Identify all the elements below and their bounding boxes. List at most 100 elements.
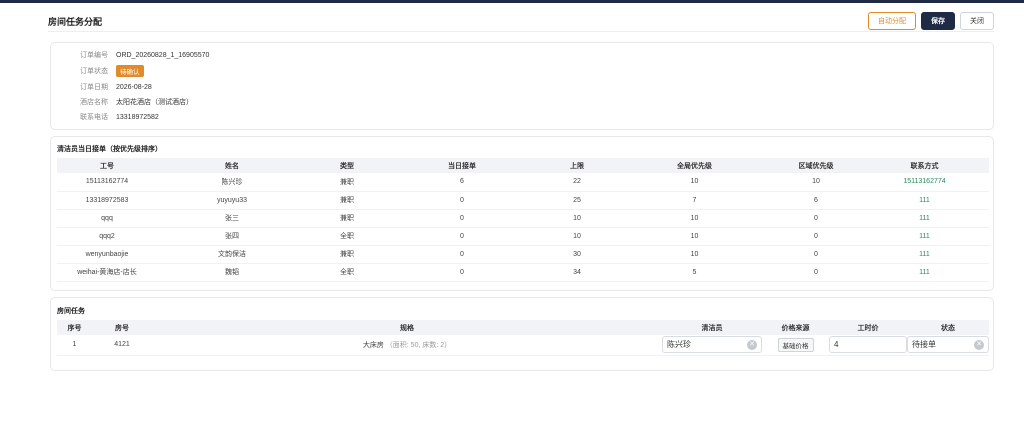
order-info-card: 订单编号 ORD_20260828_1_16905570 订单状态 待确认 订单… — [50, 42, 994, 130]
page-title: 房间任务分配 — [48, 17, 103, 27]
cell-employee-id: wenyunbaojie — [57, 245, 157, 264]
cell-employee-id: qqq — [57, 209, 157, 228]
col-cleaner: 清洁员 — [662, 320, 762, 335]
cell-limit: 25 — [537, 191, 617, 210]
cell-employee-id: weihai-黄海店-店长 — [57, 263, 157, 282]
cell-global-priority: 10 — [617, 245, 772, 264]
cell-name: 文韵保洁 — [157, 245, 307, 264]
cell-limit: 10 — [537, 209, 617, 228]
order-no-row: 订单编号 ORD_20260828_1_16905570 — [51, 49, 209, 61]
status-select-value: 待接单 — [912, 340, 936, 350]
room-tasks-card: 房间任务 序号 房号 规格 清洁员 价格来源 工时价 状态 1 4121 大床房… — [50, 297, 994, 371]
cell-contact[interactable]: 111 — [860, 209, 989, 228]
col-global-priority: 全局优先级 — [617, 158, 772, 173]
price-source-button[interactable]: 基础价格 — [777, 337, 814, 352]
cell-global-priority: 10 — [617, 173, 772, 192]
cell-type: 兼职 — [307, 245, 387, 264]
table-row: qqq 张三 兼职 0 10 10 0 111 — [57, 209, 989, 228]
order-no-label: 订单编号 — [80, 52, 108, 59]
cell-limit: 30 — [537, 245, 617, 264]
cell-type: 兼职 — [307, 173, 387, 192]
cell-type: 兼职 — [307, 209, 387, 228]
cell-area-priority: 0 — [772, 263, 860, 282]
cell-area-priority: 0 — [772, 245, 860, 264]
room-tasks-table: 序号 房号 规格 清洁员 价格来源 工时价 状态 1 4121 大床房 （面积:… — [57, 320, 989, 356]
cell-today-orders: 0 — [387, 227, 537, 246]
cell-name: 魏韬 — [157, 263, 307, 282]
table-row: 15113162774 陈兴珍 兼职 6 22 10 10 1511316277… — [57, 173, 989, 192]
cell-contact[interactable]: 111 — [860, 245, 989, 264]
cell-limit: 34 — [537, 263, 617, 282]
clear-icon[interactable]: ✕ — [747, 339, 757, 350]
phone-value: 13318972582 — [116, 113, 159, 121]
header-actions: 自动分配 保存 关闭 — [868, 11, 994, 30]
room-tasks-title: 房间任务 — [57, 308, 85, 315]
top-bar — [0, 0, 1024, 3]
col-today-orders: 当日接单 — [387, 158, 537, 173]
cell-hourly-price: 4 — [829, 335, 907, 356]
hourly-price-input[interactable]: 4 — [829, 336, 907, 354]
cell-area-priority: 10 — [772, 173, 860, 192]
col-type: 类型 — [307, 158, 387, 173]
cell-today-orders: 0 — [387, 191, 537, 210]
cell-type: 兼职 — [307, 191, 387, 210]
cell-area-priority: 6 — [772, 191, 860, 210]
order-date-row: 订单日期 2026-08-28 — [51, 81, 152, 93]
cell-room-no: 4121 — [92, 335, 152, 356]
cell-global-priority: 10 — [617, 227, 772, 246]
order-date-value: 2026-08-28 — [116, 83, 152, 91]
phone-row: 联系电话 13318972582 — [51, 111, 159, 123]
cell-spec: 大床房 （面积: 50, 床数: 2） — [152, 335, 662, 356]
room-header-row: 序号 房号 规格 清洁员 价格来源 工时价 状态 — [57, 320, 989, 335]
col-status: 状态 — [907, 320, 989, 335]
cell-today-orders: 0 — [387, 245, 537, 264]
order-status-label: 订单状态 — [80, 68, 108, 75]
spec-type: 大床房 — [362, 341, 384, 349]
cleaner-select[interactable]: 陈兴珍 ✕ — [662, 336, 762, 354]
page-header: 房间任务分配 自动分配 保存 关闭 — [48, 8, 994, 32]
cell-index: 1 — [57, 335, 92, 356]
cell-status: 待接单 ✕ — [907, 335, 989, 356]
cell-type: 全职 — [307, 263, 387, 282]
col-index: 序号 — [57, 320, 92, 335]
col-price-source: 价格来源 — [762, 320, 829, 335]
cleaner-select-value: 陈兴珍 — [667, 340, 691, 350]
cell-cleaner: 陈兴珍 ✕ — [662, 335, 762, 356]
cell-contact[interactable]: 111 — [860, 227, 989, 246]
col-hourly-price: 工时价 — [829, 320, 907, 335]
cell-today-orders: 0 — [387, 263, 537, 282]
col-room-no: 房号 — [92, 320, 152, 335]
table-row: qqq2 张四 全职 0 10 10 0 111 — [57, 227, 989, 246]
cell-contact[interactable]: 15113162774 — [860, 173, 989, 192]
status-badge: 待确认 — [116, 65, 144, 77]
order-date-label: 订单日期 — [80, 84, 108, 91]
table-row: weihai-黄海店-店长 魏韬 全职 0 34 5 0 111 — [57, 263, 989, 282]
hourly-price-value: 4 — [834, 340, 839, 350]
hotel-label: 酒店名称 — [80, 99, 108, 106]
cell-type: 全职 — [307, 227, 387, 246]
cell-name: 张四 — [157, 227, 307, 246]
cell-area-priority: 0 — [772, 227, 860, 246]
cell-limit: 22 — [537, 173, 617, 192]
cell-global-priority: 5 — [617, 263, 772, 282]
auto-assign-button[interactable]: 自动分配 — [868, 11, 916, 30]
col-area-priority: 区域优先级 — [772, 158, 860, 173]
cell-employee-id: 15113162774 — [57, 173, 157, 192]
cleaners-table: 工号 姓名 类型 当日接单 上限 全局优先级 区域优先级 联系方式 151131… — [57, 158, 989, 282]
save-button[interactable]: 保存 — [921, 11, 955, 30]
cell-today-orders: 6 — [387, 173, 537, 192]
close-button[interactable]: 关闭 — [960, 11, 994, 30]
cleaners-header-row: 工号 姓名 类型 当日接单 上限 全局优先级 区域优先级 联系方式 — [57, 158, 989, 173]
phone-label: 联系电话 — [80, 114, 108, 121]
col-limit: 上限 — [537, 158, 617, 173]
clear-icon[interactable]: ✕ — [974, 339, 984, 350]
table-row: 1 4121 大床房 （面积: 50, 床数: 2） 陈兴珍 ✕ 基础价格 4 … — [57, 335, 989, 356]
cell-name: 陈兴珍 — [157, 173, 307, 192]
status-select[interactable]: 待接单 ✕ — [907, 336, 989, 354]
col-contact: 联系方式 — [860, 158, 989, 173]
cell-contact[interactable]: 111 — [860, 191, 989, 210]
cell-global-priority: 7 — [617, 191, 772, 210]
cell-limit: 10 — [537, 227, 617, 246]
col-name: 姓名 — [157, 158, 307, 173]
cell-contact[interactable]: 111 — [860, 263, 989, 282]
